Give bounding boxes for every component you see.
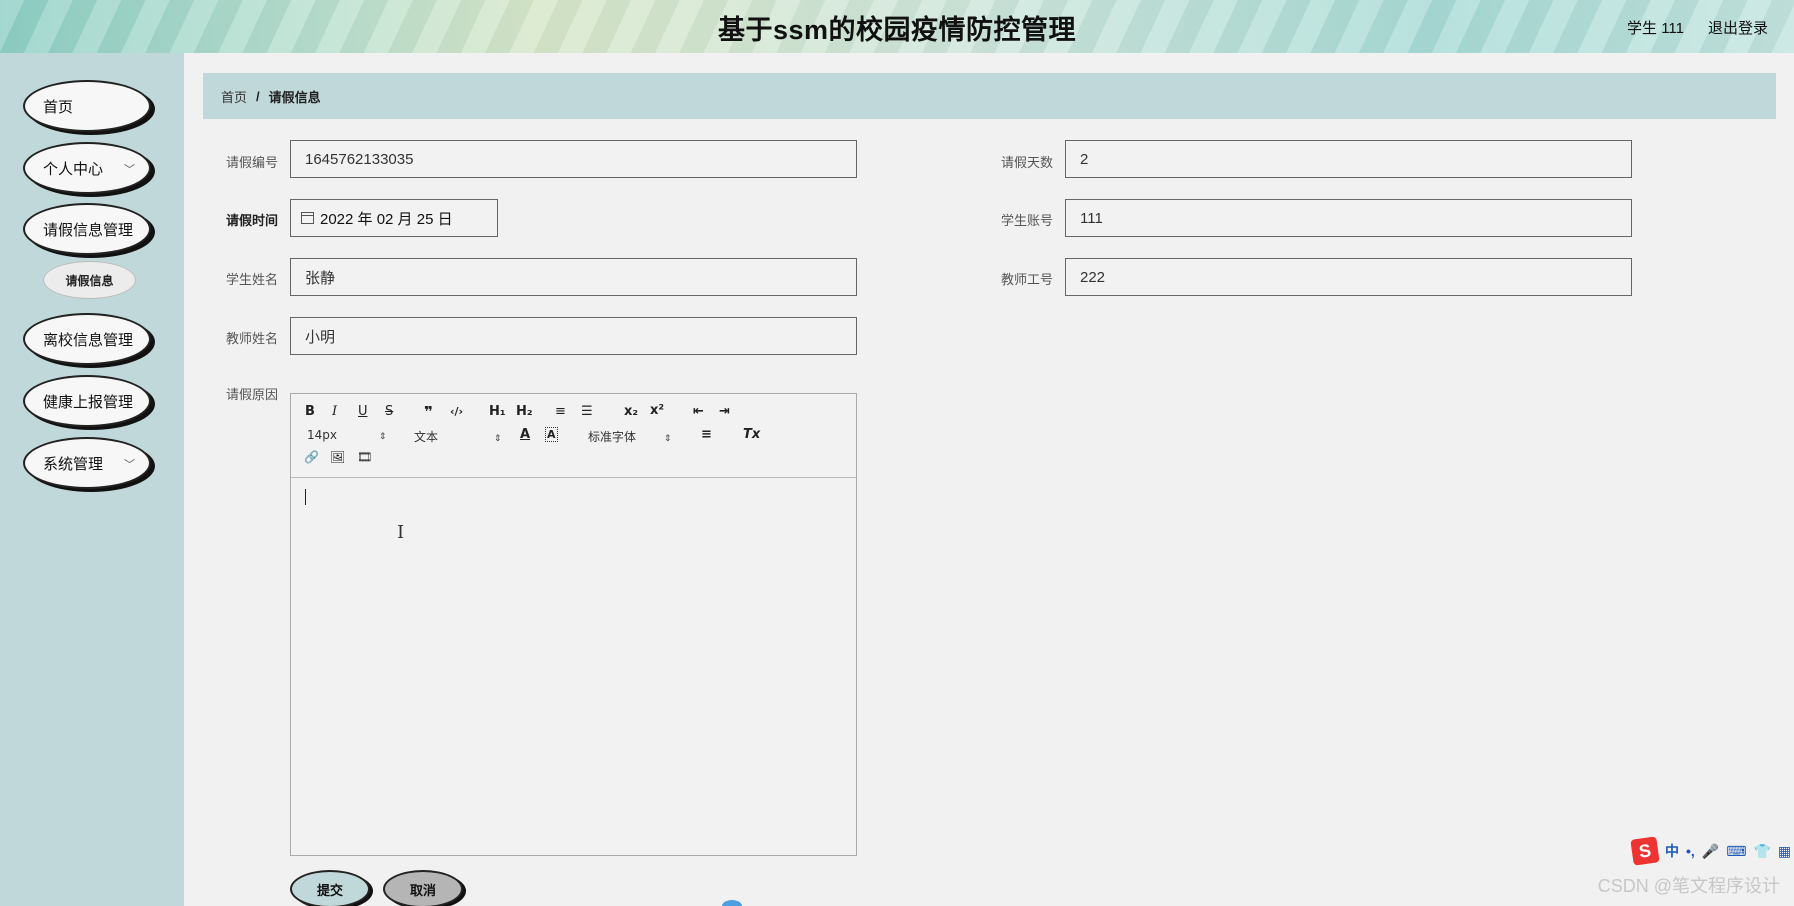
student-account-field[interactable]: 111 bbox=[1065, 199, 1632, 237]
sidebar-item-health-report-management[interactable]: 健康上报管理 bbox=[23, 375, 151, 427]
logout-link[interactable]: 退出登录 bbox=[1708, 17, 1768, 38]
h1-icon[interactable]: H₁ bbox=[489, 404, 506, 419]
teacher-id-field[interactable]: 222 bbox=[1065, 258, 1632, 296]
subscript-icon[interactable]: x₂ bbox=[624, 404, 638, 419]
indent-icon[interactable]: ⇥ bbox=[719, 404, 730, 419]
breadcrumb: 首页 / 请假信息 bbox=[203, 73, 1776, 119]
leave-id-field[interactable]: 1645762133035 bbox=[290, 140, 857, 178]
strike-icon[interactable]: S bbox=[385, 404, 393, 419]
select-arrow-icon: ⇕ bbox=[493, 434, 502, 444]
text-caret bbox=[305, 489, 306, 505]
outdent-icon[interactable]: ⇤ bbox=[693, 404, 704, 419]
font-color-icon[interactable]: A bbox=[520, 427, 530, 442]
bold-icon[interactable]: B bbox=[305, 404, 315, 419]
select-arrow-icon: ⇕ bbox=[378, 432, 387, 442]
ordered-list-icon[interactable]: ≡ bbox=[555, 404, 566, 419]
leave-days-field[interactable]: 2 bbox=[1065, 140, 1632, 178]
h2-icon[interactable]: H₂ bbox=[516, 404, 533, 419]
italic-icon[interactable]: I bbox=[332, 404, 337, 419]
sidebar-item-personal-center[interactable]: 个人中心 ﹀ bbox=[23, 142, 151, 194]
sidebar-subitem-leave-info[interactable]: 请假信息 bbox=[43, 261, 136, 299]
top-header: 基于ssm的校园疫情防控管理 学生 111 退出登录 bbox=[0, 0, 1794, 53]
font-family-value: 标准字体 bbox=[588, 430, 637, 444]
teacher-id-label: 教师工号 bbox=[1000, 272, 1053, 287]
sidebar: 首页 个人中心 ﹀ 请假信息管理 请假信息 离校信息管理 健康上报管理 系统管理… bbox=[0, 53, 184, 906]
menu-grid-icon[interactable]: ▦ bbox=[1778, 843, 1791, 860]
breadcrumb-current: 请假信息 bbox=[268, 89, 321, 105]
font-size-select[interactable]: 14px ⇕ bbox=[307, 428, 386, 442]
keyboard-icon[interactable]: ⌨ bbox=[1726, 843, 1746, 860]
microphone-icon[interactable]: 🎤 bbox=[1702, 843, 1719, 860]
font-size-value: 14px bbox=[307, 428, 337, 442]
code-icon[interactable]: ‹/› bbox=[450, 405, 463, 418]
watermark: CSDN @笔文程序设计 bbox=[1597, 876, 1780, 896]
current-user: 学生 111 bbox=[1627, 20, 1684, 37]
blockquote-icon[interactable]: ❞ bbox=[424, 403, 433, 421]
sidebar-item-home[interactable]: 首页 bbox=[23, 80, 151, 132]
sidebar-item-label: 首页 bbox=[43, 98, 74, 116]
unordered-list-icon[interactable]: ☰ bbox=[581, 404, 593, 419]
sidebar-item-label: 系统管理 bbox=[43, 455, 104, 473]
block-type-select[interactable]: 文本 ⇕ bbox=[414, 428, 501, 445]
teacher-name-field[interactable]: 小明 bbox=[290, 317, 857, 355]
app-title: 基于ssm的校园疫情防控管理 bbox=[717, 15, 1077, 45]
editor-content-area[interactable]: I bbox=[291, 478, 856, 855]
align-icon[interactable]: ≡ bbox=[701, 427, 712, 442]
font-family-select[interactable]: 标准字体 ⇕ bbox=[588, 428, 671, 445]
scroll-indicator bbox=[722, 900, 742, 906]
ime-toolbar: S 中 •, 🎤 ⌨ 👕 ▦ bbox=[1628, 836, 1794, 866]
leave-reason-label: 请假原因 bbox=[225, 387, 278, 402]
sidebar-item-label: 健康上报管理 bbox=[43, 393, 134, 411]
ime-language-icon[interactable]: 中 bbox=[1665, 841, 1679, 861]
skin-icon[interactable]: 👕 bbox=[1753, 843, 1770, 860]
underline-icon[interactable]: U bbox=[358, 404, 368, 419]
superscript-icon[interactable]: x² bbox=[650, 403, 664, 418]
student-name-label: 学生姓名 bbox=[225, 272, 278, 287]
leave-time-datepicker[interactable]: 2022 年 02 月 25 日 bbox=[290, 199, 498, 237]
block-type-value: 文本 bbox=[414, 430, 439, 444]
video-icon[interactable]: 🎞 bbox=[357, 450, 372, 464]
sidebar-item-system-management[interactable]: 系统管理 ﹀ bbox=[23, 437, 151, 489]
sidebar-item-leave-school-management[interactable]: 离校信息管理 bbox=[23, 313, 151, 365]
ime-punctuation-icon[interactable]: •, bbox=[1686, 843, 1695, 859]
submit-button[interactable]: 提交 bbox=[290, 870, 370, 906]
mouse-cursor-icon: I bbox=[397, 522, 405, 543]
sogou-logo-icon[interactable]: S bbox=[1630, 836, 1660, 866]
leave-time-value: 2022 年 02 月 25 日 bbox=[320, 210, 453, 228]
background-color-icon[interactable]: A bbox=[545, 427, 558, 442]
sidebar-item-label: 离校信息管理 bbox=[43, 331, 134, 349]
rich-text-editor: B I U S ❞ ‹/› H₁ H₂ ≡ ☰ x₂ x² ⇤ ⇥ 14px ⇕… bbox=[290, 393, 857, 856]
student-account-label: 学生账号 bbox=[1000, 213, 1053, 228]
sidebar-item-label: 请假信息管理 bbox=[43, 221, 134, 239]
sidebar-item-leave-management[interactable]: 请假信息管理 bbox=[23, 203, 151, 255]
breadcrumb-separator: / bbox=[256, 88, 260, 104]
leave-time-label: 请假时间 bbox=[225, 213, 278, 228]
editor-toolbar: B I U S ❞ ‹/› H₁ H₂ ≡ ☰ x₂ x² ⇤ ⇥ 14px ⇕… bbox=[291, 394, 856, 478]
chevron-down-icon: ﹀ bbox=[124, 164, 135, 176]
image-icon[interactable]: 🖼 bbox=[330, 450, 345, 464]
clear-format-icon[interactable]: Tx bbox=[743, 427, 760, 442]
chevron-down-icon: ﹀ bbox=[124, 459, 135, 471]
calendar-icon bbox=[301, 212, 314, 224]
link-icon[interactable]: 🔗 bbox=[304, 450, 319, 464]
student-name-field[interactable]: 张静 bbox=[290, 258, 857, 296]
leave-id-label: 请假编号 bbox=[225, 155, 278, 170]
cancel-button[interactable]: 取消 bbox=[383, 870, 463, 906]
teacher-name-label: 教师姓名 bbox=[225, 331, 278, 346]
sidebar-item-label: 个人中心 bbox=[43, 160, 104, 178]
breadcrumb-home[interactable]: 首页 bbox=[221, 87, 247, 106]
select-arrow-icon: ⇕ bbox=[663, 434, 672, 444]
leave-days-label: 请假天数 bbox=[1000, 155, 1053, 170]
